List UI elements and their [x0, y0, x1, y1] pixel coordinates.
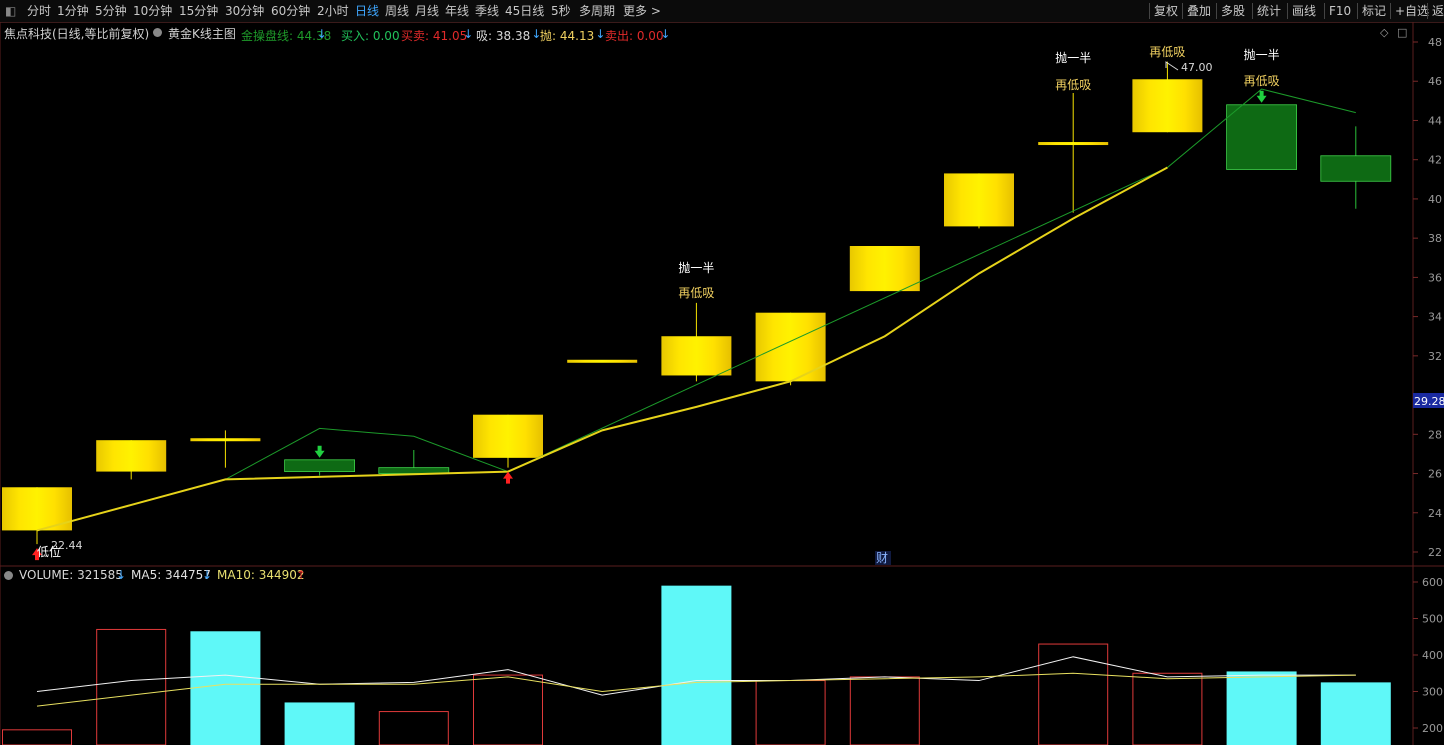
ma10-arrow: ↑ [296, 568, 307, 582]
candle-body-up [473, 414, 543, 458]
sell-arrow-icon [314, 445, 325, 458]
candle-body-up [661, 336, 732, 376]
current-price-label: 29.28 [1414, 395, 1444, 408]
price-tick-label: 42 [1428, 154, 1442, 167]
candlestick-chart: 抛一半再低吸抛一半再低吸抛一半再低吸再低吸47.0022.44低位财 22242… [0, 22, 1444, 745]
price-tick-label: 22 [1428, 546, 1442, 559]
volume-menu-icon[interactable] [4, 571, 13, 580]
volume-tick-label: 200 [1422, 722, 1443, 735]
volume-bar-up [1132, 672, 1203, 745]
price-tick-label: 36 [1428, 271, 1442, 284]
candle-body-up [96, 440, 167, 472]
rebuy-label: 再低吸 [1244, 74, 1280, 88]
volume-bar-down [661, 585, 732, 745]
rebuy-label: 再低吸 [1149, 45, 1185, 59]
volume-bar-down [284, 702, 355, 745]
candle-body-up [755, 312, 826, 382]
candle-body-up [190, 438, 261, 442]
volume-bar-up [473, 674, 543, 745]
volume-bar-up [378, 711, 449, 745]
price-tick-label: 48 [1428, 36, 1442, 49]
volume-tick-label: 600 [1422, 576, 1443, 589]
rebuy-label: 再低吸 [678, 286, 714, 300]
candle-body-up [1038, 142, 1109, 146]
volume-tick-label: 500 [1422, 613, 1443, 626]
candle-body-up [567, 359, 638, 363]
volume-tick-label: 300 [1422, 686, 1443, 699]
volume-bar-up [96, 628, 167, 745]
price-tick-label: 44 [1428, 114, 1442, 127]
ma5-arrow: ↓ [202, 568, 213, 582]
volume-bar-up [2, 729, 72, 745]
price-tick-label: 24 [1428, 507, 1442, 520]
half-sell-label: 抛一半 [678, 260, 714, 275]
price-tick-label: 34 [1428, 311, 1442, 324]
price-tick-label: 38 [1428, 232, 1442, 245]
rebuy-label: 再低吸 [1055, 78, 1091, 92]
price-tick-label: 40 [1428, 193, 1442, 206]
ma5-value: MA5: 344757 [131, 568, 211, 582]
ma10-value: MA10: 344902 [217, 568, 305, 582]
candle-body-up [944, 173, 1014, 227]
volume-bar-down [190, 631, 261, 745]
diamond-icon: ◇ [1380, 26, 1389, 39]
volume-tick-label: 400 [1422, 649, 1443, 662]
price-tick-label: 28 [1428, 428, 1442, 441]
candle-body-up [849, 246, 920, 292]
low-position-label: 低位 [37, 544, 61, 559]
candle-body-up [1132, 79, 1203, 133]
half-sell-label: 抛一半 [1244, 47, 1280, 62]
price-tick-label: 26 [1428, 468, 1442, 481]
green-trend-line [225, 88, 1356, 480]
price-tick-label: 46 [1428, 75, 1442, 88]
volume-bar-down [1226, 671, 1297, 745]
candle-body-down [1226, 104, 1297, 170]
volume-value: VOLUME: 321585 [19, 568, 123, 582]
volume-bar-up [849, 676, 920, 745]
price-tick-label: 32 [1428, 350, 1442, 363]
window-icon: □ [1397, 26, 1407, 39]
volume-bar-up [1038, 643, 1109, 745]
volume-bar-down [1320, 682, 1391, 745]
volume-arrow: ↓ [116, 568, 127, 582]
volume-bar-up [755, 680, 826, 745]
half-sell-label: 抛一半 [1055, 50, 1091, 65]
buy-arrow-icon [503, 471, 513, 484]
finance-marker: 财 [876, 551, 888, 565]
candle-body-down [1320, 155, 1392, 182]
high-value-label: 47.00 [1181, 61, 1213, 74]
candle-body-down [284, 459, 356, 472]
